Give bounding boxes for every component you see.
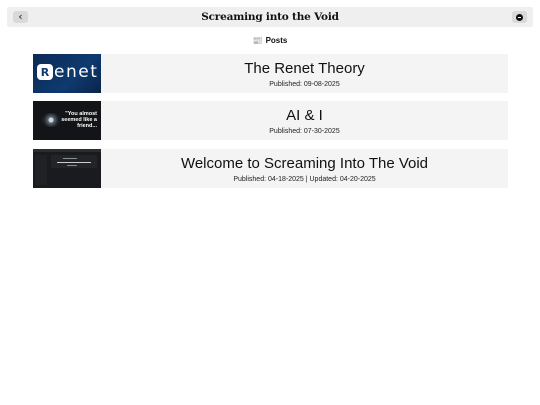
chevron-left-icon: ‹ (18, 10, 23, 23)
site-title[interactable]: Screaming into the Void (201, 11, 339, 23)
post-thumbnail[interactable] (33, 149, 101, 188)
post-card-ai-and-i[interactable]: "You almost seemed like a friend... AI &… (33, 101, 508, 140)
post-body: AI & I Published: 07-30-2025 (101, 101, 508, 140)
post-thumbnail[interactable]: R enet (33, 54, 101, 93)
menu-button[interactable] (512, 11, 527, 23)
posts-heading-label: Posts (265, 36, 288, 45)
post-thumbnail[interactable]: "You almost seemed like a friend... (33, 101, 101, 140)
renet-logo-icon: R (37, 64, 53, 80)
newspaper-icon: 📰 (252, 36, 263, 45)
post-title[interactable]: AI & I (286, 107, 323, 125)
post-card-renet-theory[interactable]: R enet The Renet Theory Published: 09-08… (33, 54, 508, 93)
post-body: Welcome to Screaming Into The Void Publi… (101, 149, 508, 188)
thumbnail-text: "You almost seemed like a friend... (61, 111, 97, 129)
posts-heading: 📰 Posts (0, 36, 540, 45)
eye-icon (41, 113, 61, 127)
post-body: The Renet Theory Published: 09-08-2025 (101, 54, 508, 93)
thumbnail-text: enet (54, 62, 99, 82)
back-button[interactable]: ‹ (13, 11, 28, 23)
menu-circle-icon (516, 13, 523, 21)
post-date: Published: 07-30-2025 (269, 127, 340, 135)
post-title[interactable]: The Renet Theory (244, 60, 365, 78)
top-bar: ‹ Screaming into the Void (7, 7, 533, 27)
post-card-welcome[interactable]: Welcome to Screaming Into The Void Publi… (33, 149, 508, 188)
post-date: Published: 09-08-2025 (269, 80, 340, 88)
post-date: Published: 04-18-2025 | Updated: 04-20-2… (233, 175, 376, 183)
post-title[interactable]: Welcome to Screaming Into The Void (181, 155, 428, 173)
